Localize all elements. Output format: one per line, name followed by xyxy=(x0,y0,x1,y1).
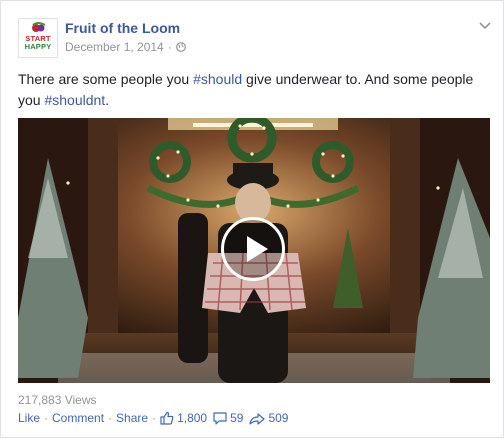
post-card: START HAPPY Fruit of the Loom December 1… xyxy=(0,0,504,438)
likes-count[interactable]: 1,800 xyxy=(160,410,207,426)
comments-count-label: 59 xyxy=(230,411,244,425)
separator: · xyxy=(152,411,157,425)
comments-count[interactable]: 59 xyxy=(213,410,243,426)
share-button[interactable]: Share xyxy=(116,410,148,426)
likes-count-label: 1,800 xyxy=(177,411,208,425)
chevron-down-icon[interactable] xyxy=(479,22,491,30)
hashtag-shouldnt-link[interactable]: #shouldnt xyxy=(44,92,105,108)
post-text-part: There are some people you xyxy=(18,71,194,87)
shares-count[interactable]: 509 xyxy=(249,410,288,426)
post-text: There are some people you #should give u… xyxy=(18,69,488,111)
separator: · xyxy=(108,411,113,425)
video-player[interactable] xyxy=(18,118,490,383)
post-header: START HAPPY Fruit of the Loom December 1… xyxy=(18,18,491,60)
globe-icon xyxy=(175,42,186,52)
like-button[interactable]: Like xyxy=(18,410,40,426)
avatar-line-2: HAPPY xyxy=(24,42,52,51)
separator: · xyxy=(44,411,49,425)
action-bar: Like · Comment · Share · 1,800 59 509 xyxy=(18,410,294,426)
fruit-logo-icon xyxy=(32,22,46,32)
comment-button[interactable]: Comment xyxy=(52,410,104,426)
post-meta: December 1, 2014 · xyxy=(65,39,186,55)
post-date[interactable]: December 1, 2014 xyxy=(65,39,164,55)
hashtag-should-link[interactable]: #should xyxy=(193,71,242,87)
play-icon[interactable] xyxy=(221,217,285,281)
video-views: 217,883 Views xyxy=(18,393,97,407)
share-icon xyxy=(249,412,266,425)
page-name-link[interactable]: Fruit of the Loom xyxy=(65,19,180,37)
meta-separator: · xyxy=(167,40,172,54)
thumbs-up-icon xyxy=(160,411,174,425)
comment-icon xyxy=(213,411,227,425)
page-avatar[interactable]: START HAPPY xyxy=(18,18,58,58)
post-text-part: . xyxy=(105,92,110,108)
shares-count-label: 509 xyxy=(268,411,289,425)
play-triangle xyxy=(247,236,268,262)
